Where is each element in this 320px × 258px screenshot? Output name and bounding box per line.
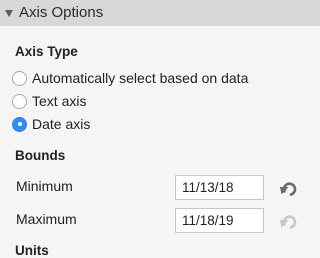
minimum-label: Minimum	[16, 178, 73, 194]
maximum-reset-icon	[279, 213, 299, 229]
collapse-triangle-icon[interactable]	[5, 10, 13, 17]
maximum-input[interactable]	[175, 208, 264, 233]
radio-label-text-axis[interactable]: Text axis	[32, 93, 86, 109]
radio-date-axis[interactable]: Date axis	[12, 115, 90, 133]
minimum-reset-icon[interactable]	[279, 180, 299, 196]
axis-options-header[interactable]: Axis Options	[0, 0, 320, 26]
radio-label-automatic[interactable]: Automatically select based on data	[32, 70, 248, 86]
radio-button-date-axis[interactable]	[12, 116, 27, 132]
axis-type-heading: Axis Type	[15, 44, 78, 59]
radio-button-automatic[interactable]	[12, 70, 27, 86]
units-heading: Units	[15, 243, 49, 258]
radio-text-axis[interactable]: Text axis	[12, 92, 86, 110]
section-header-title: Axis Options	[19, 4, 104, 21]
radio-automatic[interactable]: Automatically select based on data	[12, 69, 248, 87]
maximum-label: Maximum	[16, 211, 77, 227]
minimum-input[interactable]	[175, 175, 264, 200]
radio-button-text-axis[interactable]	[12, 93, 27, 109]
bounds-heading: Bounds	[15, 148, 66, 163]
radio-label-date-axis[interactable]: Date axis	[32, 116, 90, 132]
